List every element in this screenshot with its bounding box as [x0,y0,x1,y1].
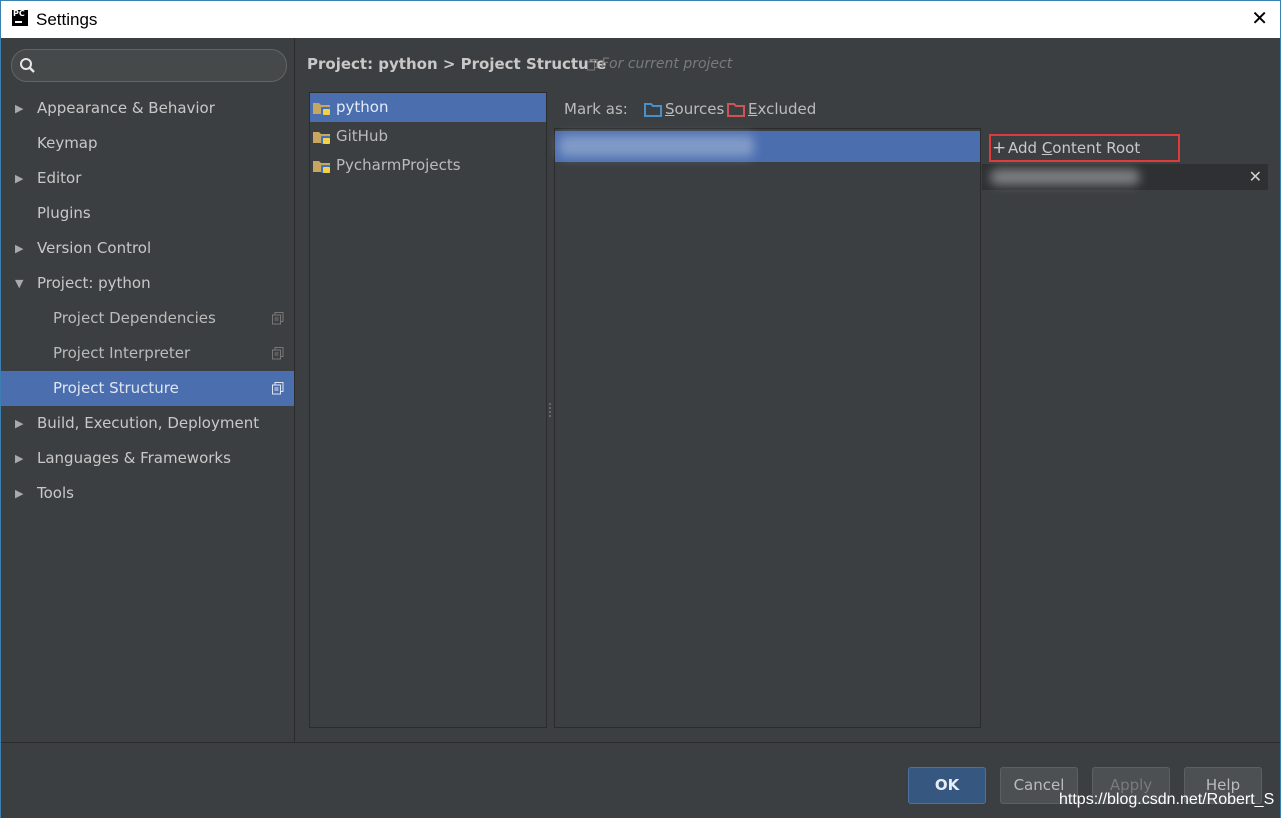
mark-excluded-label: Excluded [748,100,817,118]
title-bar: PC Settings ✕ [1,1,1280,38]
sidebar-item-editor[interactable]: ▶ Editor [1,161,294,196]
sidebar-item-project-dependencies[interactable]: Project Dependencies [1,301,294,336]
redacted-path [559,135,754,157]
python-project-folder-icon [313,161,330,173]
sidebar-item-label: Project Interpreter [53,344,191,362]
watermark-text: https://blog.csdn.net/Robert_S [1059,791,1275,808]
mark-sources-label: Sources [665,100,725,118]
expand-arrow-icon[interactable]: ▶ [15,476,27,511]
sidebar-item-build-execution-deployment[interactable]: ▶ Build, Execution, Deployment [1,406,294,441]
sidebar-item-project-structure[interactable]: Project Structure [1,371,294,406]
ok-button[interactable]: OK [908,767,986,804]
python-project-folder-icon [313,132,330,144]
settings-nav: ▶ Appearance & Behavior Keymap ▶ Editor … [1,91,294,511]
sidebar-item-label: Build, Execution, Deployment [37,414,260,432]
project-name: python [336,98,389,116]
sidebar-item-label: Languages & Frameworks [37,449,231,467]
tree-row-selected[interactable] [555,131,980,162]
settings-search[interactable] [11,49,287,82]
excluded-folder-icon [727,103,745,117]
mark-as-label: Mark as: [564,100,628,118]
sidebar-item-label: Version Control [37,239,152,257]
sidebar-item-label: Tools [37,484,74,502]
sidebar-item-label: Project Dependencies [53,309,216,327]
sidebar-item-version-control[interactable]: ▶ Version Control [1,231,294,266]
project-scope-icon [272,312,284,325]
project-scope-icon [587,59,598,71]
expand-arrow-icon[interactable]: ▶ [15,161,27,196]
sidebar-item-label: Appearance & Behavior [37,99,215,117]
sidebar-item-languages-frameworks[interactable]: ▶ Languages & Frameworks [1,441,294,476]
sidebar-item-label: Plugins [37,204,91,222]
settings-window: PC Settings ✕ ▶ Appearance & Behavior Ke… [0,0,1281,818]
add-content-root-button[interactable]: + Add Content Root [989,134,1180,162]
expand-arrow-icon[interactable]: ▶ [15,91,27,126]
breadcrumb: Project: python > Project Structure [307,55,607,73]
project-name: PycharmProjects [336,156,461,174]
project-item-python[interactable]: python [310,93,546,122]
project-item-github[interactable]: GitHub [310,122,546,151]
expand-arrow-icon[interactable]: ▶ [15,406,27,441]
sidebar-item-label: Project: python [37,274,151,292]
directory-tree [554,128,981,728]
project-scope-icon [272,347,284,360]
window-close-button[interactable]: ✕ [1251,7,1268,29]
project-name: GitHub [336,127,388,145]
sidebar-item-tools[interactable]: ▶ Tools [1,476,294,511]
pycharm-app-icon: PC [12,10,28,26]
sidebar-item-appearance-behavior[interactable]: ▶ Appearance & Behavior [1,91,294,126]
project-list: python GitHub PycharmProjects [309,92,547,728]
sources-folder-icon [644,103,662,117]
sidebar-item-label: Keymap [37,134,98,152]
plus-icon: + [992,138,1007,158]
dialog-footer: OK Cancel Apply Help https://blog.csdn.n… [1,742,1280,818]
sidebar-item-label: Editor [37,169,82,187]
expand-arrow-icon[interactable]: ▶ [15,441,27,476]
content-roots-panel: + Add Content Root ✕ [982,128,1271,728]
sidebar-item-plugins[interactable]: Plugins [1,196,294,231]
panel-splitter-handle[interactable] [548,401,552,421]
remove-content-root-icon[interactable]: ✕ [1249,166,1262,188]
add-content-root-label: Add Content Root [1008,139,1141,157]
project-scope-icon [272,382,284,395]
sidebar-item-project[interactable]: ▼ Project: python [1,266,294,301]
settings-sidebar: ▶ Appearance & Behavior Keymap ▶ Editor … [1,38,295,742]
python-project-folder-icon [313,103,330,115]
window-title: Settings [36,10,98,29]
expand-arrow-icon[interactable]: ▶ [15,231,27,266]
search-icon [20,58,35,73]
content-root-entry[interactable]: ✕ [982,164,1268,190]
sidebar-item-project-interpreter[interactable]: Project Interpreter [1,336,294,371]
collapse-arrow-icon[interactable]: ▼ [15,266,27,301]
sidebar-item-label: Project Structure [53,379,179,397]
sidebar-item-keymap[interactable]: Keymap [1,126,294,161]
redacted-content-root-path [990,169,1140,185]
scope-note: For current project [601,56,733,72]
search-input[interactable] [42,54,277,78]
project-item-pycharmprojects[interactable]: PycharmProjects [310,151,546,180]
